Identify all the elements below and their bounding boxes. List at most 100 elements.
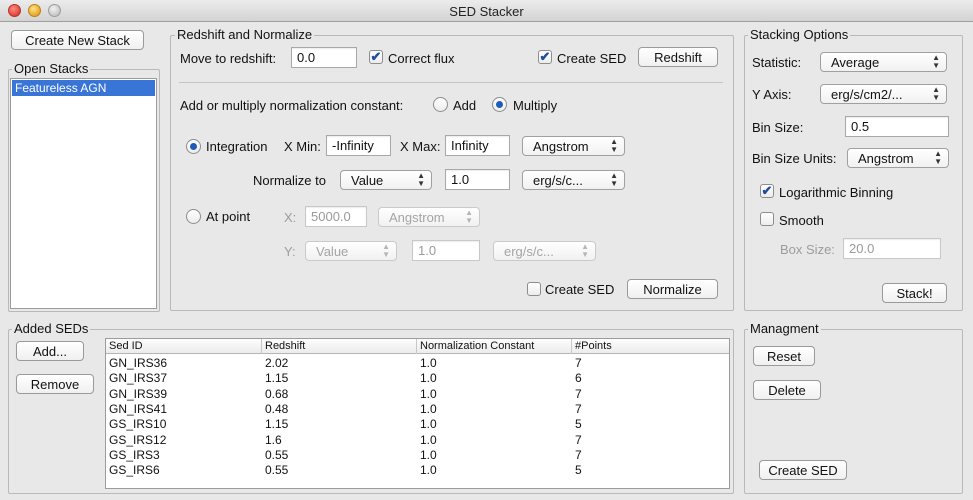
table-cell: 1.6 (265, 432, 282, 447)
list-item-stack[interactable]: Featureless AGN (12, 80, 155, 96)
y-axis-value: erg/s/cm2/... (831, 87, 903, 102)
bin-size-input[interactable]: 0.5 (845, 116, 949, 137)
at-point-radio[interactable] (186, 209, 201, 224)
multiply-radio[interactable] (492, 97, 507, 112)
column-header-redshift[interactable]: Redshift (262, 339, 417, 354)
stack-button[interactable]: Stack! (882, 283, 947, 303)
table-cell: 5 (575, 417, 582, 432)
table-cell: 5 (575, 463, 582, 478)
table-cell: 0.48 (265, 401, 289, 416)
bin-size-units-label: Bin Size Units: (752, 151, 837, 166)
create-sed-redshift-checkbox[interactable]: ✔ (538, 50, 552, 64)
table-cell: 1.0 (420, 463, 437, 478)
remove-sed-button[interactable]: Remove (16, 374, 94, 394)
column-header-points[interactable]: #Points (572, 339, 729, 354)
added-seds-title: Added SEDs (12, 321, 91, 336)
y-axis-label: Y Axis: (752, 87, 792, 102)
chevron-updown-icon: ▲ ▼ (382, 242, 390, 259)
table-row[interactable]: GN_IRS37 1.15 1.0 6 (106, 371, 729, 386)
add-radio[interactable] (433, 97, 448, 112)
table-row[interactable]: GS_IRS3 0.55 1.0 7 (106, 448, 729, 463)
table-cell: 6 (575, 371, 582, 386)
create-new-stack-button[interactable]: Create New Stack (11, 30, 144, 50)
statistic-select[interactable]: Average ▲ ▼ (820, 52, 947, 72)
chevron-updown-icon: ▲ ▼ (581, 242, 589, 259)
table-cell: GN_IRS37 (109, 371, 168, 386)
chevron-updown-icon: ▲ ▼ (934, 149, 942, 166)
multiply-radio-label: Multiply (513, 98, 558, 113)
table-cell: 2.02 (265, 356, 289, 370)
table-cell: 0.55 (265, 447, 289, 462)
correct-flux-label: Correct flux (388, 51, 455, 66)
x-point-units-select[interactable]: Angstrom ▲ ▼ (378, 207, 480, 227)
xmax-input[interactable]: Infinity (445, 135, 510, 156)
correct-flux-checkbox[interactable]: ✔ (369, 50, 383, 64)
y-point-label: Y: (284, 244, 296, 259)
added-seds-table[interactable]: Sed ID Redshift Normalization Constant #… (105, 338, 730, 489)
column-header-normalization-constant[interactable]: Normalization Constant (417, 339, 572, 354)
y-axis-select[interactable]: erg/s/cm2/... ▲ ▼ (820, 84, 947, 104)
table-row[interactable]: GS_IRS6 0.55 1.0 5 (106, 463, 729, 478)
add-sed-button[interactable]: Add... (16, 341, 84, 361)
xmin-input[interactable]: -Infinity (326, 135, 391, 156)
normalize-to-value: Value (351, 173, 384, 188)
table-row[interactable]: GS_IRS10 1.15 1.0 5 (106, 417, 729, 432)
table-cell: 0.68 (265, 386, 289, 401)
table-cell: GS_IRS12 (109, 432, 167, 447)
y-point-units-select[interactable]: erg/s/c... ▲ ▼ (493, 241, 596, 261)
smooth-checkbox[interactable] (760, 212, 774, 226)
table-cell: 1.0 (420, 447, 437, 462)
y-point-input[interactable]: 1.0 (412, 240, 480, 261)
redshift-button[interactable]: Redshift (638, 47, 718, 67)
normalize-button[interactable]: Normalize (627, 279, 718, 299)
y-point-select-value: Value (316, 244, 349, 259)
table-row[interactable]: GN_IRS36 2.02 1.0 7 (106, 356, 729, 371)
table-row[interactable]: GS_IRS12 1.6 1.0 7 (106, 433, 729, 448)
table-cell: GN_IRS41 (109, 401, 168, 416)
bin-size-units-select[interactable]: Angstrom ▲ ▼ (847, 148, 949, 168)
table-cell: 0.55 (265, 463, 289, 478)
create-sed-redshift-label: Create SED (557, 51, 627, 66)
table-cell: 1.0 (420, 386, 437, 401)
at-point-radio-label: At point (206, 209, 251, 224)
normalization-value-input[interactable]: 1.0 (445, 169, 510, 190)
open-stacks-list[interactable]: Featureless AGN (10, 78, 157, 309)
x-units-value: Angstrom (533, 139, 589, 154)
add-radio-label: Add (453, 98, 477, 113)
stacking-options-group (744, 35, 963, 311)
create-sed-management-button[interactable]: Create SED (759, 460, 847, 480)
logarithmic-binning-checkbox[interactable]: ✔ (760, 184, 774, 198)
table-cell: 1.0 (420, 417, 437, 432)
table-cell: 1.15 (265, 417, 289, 432)
normalize-to-select[interactable]: Value ▲ ▼ (340, 170, 432, 190)
table-cell: 1.0 (420, 401, 437, 416)
box-size-label: Box Size: (780, 242, 835, 257)
y-units-select[interactable]: erg/s/c... ▲ ▼ (522, 170, 625, 190)
x-units-select[interactable]: Angstrom ▲ ▼ (522, 136, 625, 156)
box-size-input[interactable]: 20.0 (843, 238, 941, 259)
management-title: Managment (748, 321, 821, 336)
delete-button[interactable]: Delete (753, 380, 821, 400)
xmin-label: X Min: (284, 139, 321, 154)
chevron-updown-icon: ▲ ▼ (932, 85, 940, 102)
table-row[interactable]: GN_IRS41 0.48 1.0 7 (106, 402, 729, 417)
xmax-label: X Max: (400, 139, 441, 154)
y-point-select[interactable]: Value ▲ ▼ (305, 241, 397, 261)
chevron-updown-icon: ▲ ▼ (610, 171, 618, 188)
stacking-options-title: Stacking Options (748, 27, 851, 42)
integration-radio[interactable] (186, 139, 201, 154)
table-row[interactable]: GN_IRS39 0.68 1.0 7 (106, 387, 729, 402)
reset-button[interactable]: Reset (753, 346, 815, 366)
table-header: Sed ID Redshift Normalization Constant #… (106, 339, 729, 354)
bin-size-units-value: Angstrom (858, 151, 914, 166)
table-cell: GN_IRS36 (109, 356, 168, 370)
x-point-units-value: Angstrom (389, 210, 445, 225)
column-header-sed-id[interactable]: Sed ID (106, 339, 262, 354)
table-cell: GS_IRS3 (109, 447, 160, 462)
normalize-to-label: Normalize to (253, 173, 326, 188)
create-sed-normalize-checkbox[interactable] (527, 282, 541, 296)
redshift-input[interactable]: 0.0 (291, 47, 357, 68)
chevron-updown-icon: ▲ ▼ (417, 171, 425, 188)
y-point-units-value: erg/s/c... (504, 244, 554, 259)
x-point-input[interactable]: 5000.0 (305, 206, 367, 227)
